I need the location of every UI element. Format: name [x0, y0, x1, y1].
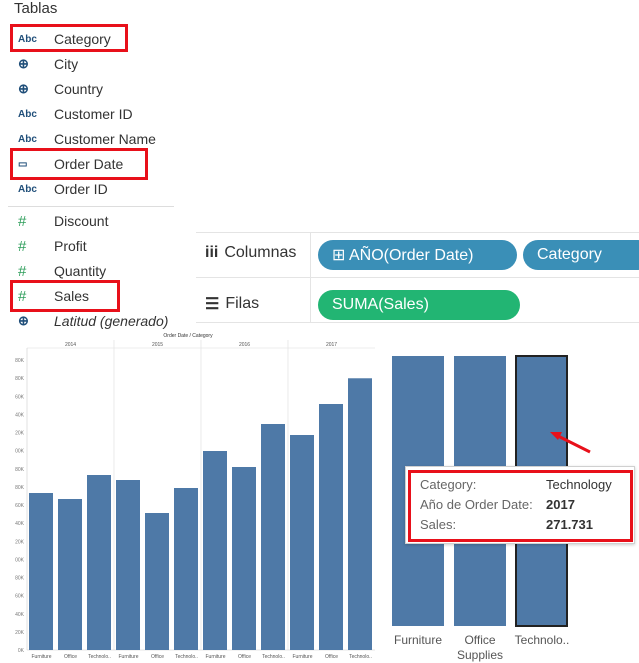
field-country[interactable]: ⊕ Country — [18, 78, 103, 100]
x-tick-label: Office — [151, 654, 164, 660]
data-pane-title: Tablas — [14, 0, 58, 17]
string-icon: Abc — [18, 133, 37, 145]
x-tick-label: Furniture — [118, 654, 138, 660]
x-tick-label: Furniture — [292, 654, 312, 660]
highlight-tooltip — [408, 470, 633, 542]
bar — [174, 488, 198, 650]
x-tick-label: Office — [238, 654, 251, 660]
x-axis-label: Office — [464, 633, 495, 647]
field-latitud-generado[interactable]: ⊕ Latitud (generado) — [18, 310, 168, 332]
number-icon: # — [18, 262, 27, 280]
field-name: Quantity — [54, 263, 107, 279]
chart-title: Order Date / Category — [163, 333, 213, 339]
y-tick-label: 80K — [15, 376, 25, 382]
shelf-divider — [196, 232, 639, 233]
y-tick-label: 00K — [15, 557, 25, 563]
globe-icon: ⊕ — [18, 56, 29, 71]
globe-icon: ⊕ — [18, 313, 29, 328]
x-tick-label: Technolo.. — [349, 654, 372, 660]
pill-year-order-date[interactable]: ⊞ AÑO(Order Date) — [318, 240, 517, 270]
bar — [290, 435, 314, 650]
pill-category[interactable]: Category — [523, 240, 639, 270]
bar — [261, 424, 285, 650]
bar — [87, 475, 111, 650]
y-tick-label: 0K — [18, 648, 25, 654]
y-tick-label: 00K — [15, 449, 25, 455]
highlight-sales — [10, 280, 120, 312]
bar — [232, 467, 256, 650]
year-header: 2015 — [152, 342, 163, 348]
field-name: Latitud (generado) — [54, 313, 169, 329]
field-name: Order ID — [54, 181, 108, 197]
rows-label-text: Filas — [225, 295, 260, 312]
y-tick-label: 60K — [15, 394, 25, 400]
y-tick-label: 20K — [15, 630, 25, 636]
field-name: Customer ID — [54, 106, 133, 122]
bar — [29, 493, 53, 650]
highlight-category — [10, 24, 128, 52]
field-name: Discount — [54, 213, 109, 229]
bar — [203, 451, 227, 650]
field-name: City — [54, 56, 79, 72]
x-tick-label: Furniture — [205, 654, 225, 660]
bar — [116, 480, 140, 650]
x-tick-label: Technolo.. — [88, 654, 111, 660]
bar — [58, 499, 82, 650]
rows-icon: ☰ — [205, 296, 220, 313]
y-tick-label: 60K — [15, 594, 25, 600]
x-tick-label: Furniture — [31, 654, 51, 660]
bar — [348, 378, 372, 650]
columns-label-text: Columnas — [224, 244, 297, 261]
highlight-order-date — [10, 148, 148, 180]
field-name: Profit — [54, 238, 87, 254]
field-name: Customer Name — [54, 131, 156, 147]
y-tick-label: 80K — [15, 485, 25, 491]
x-axis-label: Technolo.. — [515, 633, 570, 647]
y-tick-label: 80K — [15, 467, 25, 473]
sales-by-year-category-chart: Order Date / Category 2014 2015 2016 2017 80K… — [15, 333, 375, 660]
bar — [319, 404, 343, 650]
columns-shelf-label: iii Columnas — [205, 244, 296, 262]
rows-shelf-label: ☰ Filas — [205, 294, 259, 314]
field-order-id[interactable]: Abc Order ID — [18, 178, 108, 200]
field-customer-name[interactable]: Abc Customer Name — [18, 128, 156, 150]
x-axis-label: Furniture — [394, 633, 442, 647]
y-tick-label: 40K — [15, 521, 25, 527]
y-tick-label: 20K — [15, 431, 25, 437]
x-axis-label: Supplies — [457, 648, 503, 662]
bar — [145, 513, 169, 650]
columns-icon: iii — [205, 244, 219, 261]
y-tick-label: 40K — [15, 412, 25, 418]
x-tick-label: Office — [325, 654, 338, 660]
y-tick-label: 20K — [15, 539, 25, 545]
shelf-divider — [196, 322, 639, 323]
y-tick-label: 80K — [15, 358, 25, 364]
field-quantity[interactable]: # Quantity — [18, 260, 106, 282]
number-icon: # — [18, 237, 27, 255]
year-header: 2014 — [65, 342, 76, 348]
field-customer-id[interactable]: Abc Customer ID — [18, 103, 133, 125]
field-city[interactable]: ⊕ City — [18, 53, 78, 75]
x-tick-label: Technolo.. — [262, 654, 285, 660]
x-tick-label: Technolo.. — [175, 654, 198, 660]
shelf-divider — [196, 277, 639, 278]
field-name: Country — [54, 81, 104, 97]
string-icon: Abc — [18, 108, 37, 120]
field-profit[interactable]: # Profit — [18, 235, 87, 257]
x-tick-label: Office — [64, 654, 77, 660]
field-discount[interactable]: # Discount — [18, 210, 108, 232]
y-tick-label: 60K — [15, 503, 25, 509]
dims-measures-divider — [8, 206, 174, 207]
number-icon: # — [18, 212, 27, 230]
pill-sum-sales[interactable]: SUMA(Sales) — [318, 290, 520, 320]
year-header: 2016 — [239, 342, 250, 348]
y-tick-label: 40K — [15, 612, 25, 618]
y-tick-label: 80K — [15, 576, 25, 582]
year-header: 2017 — [326, 342, 337, 348]
globe-icon: ⊕ — [18, 81, 29, 96]
string-icon: Abc — [18, 183, 37, 195]
